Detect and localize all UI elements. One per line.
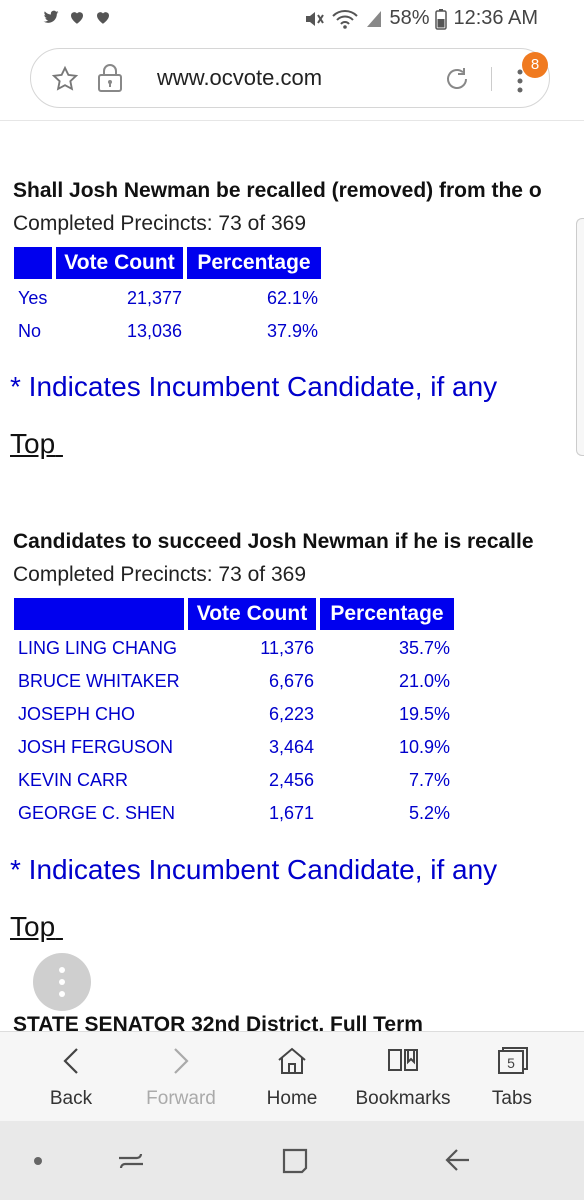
battery-percent: 58% (389, 7, 430, 29)
home-label: Home (266, 1088, 318, 1109)
dot-icon[interactable] (32, 1155, 44, 1167)
tabs-icon: 5 (498, 1047, 528, 1074)
recent-apps-icon[interactable] (116, 1146, 146, 1176)
address-bar[interactable]: www.ocvote.com (30, 48, 550, 108)
forward-icon (174, 1048, 189, 1074)
row-votes: 13,036 (126, 321, 182, 341)
tabs-button[interactable]: 5 Tabs (466, 1032, 558, 1122)
state-senator-title: STATE SENATOR 32nd District, Full Term (13, 1013, 423, 1031)
candidate-name: BRUCE WHITAKER (18, 671, 180, 691)
page-content: Shall Josh Newman be recalled (removed) … (0, 121, 584, 1031)
browser-bottom-nav: Back Forward Home Bookmarks 5 Tabs (0, 1031, 584, 1121)
scroll-handle[interactable] (576, 218, 584, 456)
table-header-percentage: Percentage (320, 598, 454, 630)
back-label: Back (49, 1088, 93, 1109)
forward-label: Forward (146, 1088, 216, 1109)
incumbent-note: * Indicates Incumbent Candidate, if any (10, 854, 498, 885)
candidate-votes: 6,223 (268, 704, 314, 724)
candidate-name: GEORGE C. SHEN (18, 803, 176, 823)
divider (491, 67, 492, 91)
star-icon[interactable] (51, 65, 79, 93)
candidate-percentage: 35.7% (398, 638, 450, 658)
twitter-icon (43, 10, 59, 23)
candidate-name: JOSH FERGUSON (18, 737, 174, 757)
row-percentage: 62.1% (266, 288, 318, 308)
candidate-votes: 2,456 (268, 770, 314, 790)
url-text[interactable]: www.ocvote.com (157, 65, 322, 91)
candidate-percentage: 10.9% (398, 737, 450, 757)
reload-icon[interactable] (443, 65, 471, 93)
system-nav-bar (0, 1121, 584, 1200)
tabs-count: 5 (507, 1055, 515, 1071)
incumbent-note: * Indicates Incumbent Candidate, if any (10, 371, 498, 402)
table-header-percentage: Percentage (187, 247, 321, 279)
candidate-name: JOSEPH CHO (18, 704, 136, 724)
top-link[interactable]: Top (10, 911, 63, 943)
bookmarks-button[interactable]: Bookmarks (348, 1032, 458, 1122)
candidate-votes: 11,376 (260, 638, 314, 658)
candidate-percentage: 7.7% (408, 770, 450, 790)
home-icon (278, 1047, 306, 1074)
wifi-icon (332, 9, 359, 29)
notification-badge[interactable]: 8 (522, 52, 548, 78)
recall-question-title: Shall Josh Newman be recalled (removed) … (13, 179, 542, 202)
status-bar: 58% 12:36 AM (0, 0, 584, 40)
row-name: No (18, 321, 42, 341)
successor-candidates-title: Candidates to succeed Josh Newman if he … (13, 530, 534, 553)
lock-icon (98, 64, 122, 92)
table-header-blank (14, 598, 184, 630)
home-button[interactable]: Home (242, 1032, 342, 1122)
precincts-completed: Completed Precincts: 73 of 369 (13, 212, 306, 235)
candidate-percentage: 5.2% (408, 803, 450, 823)
candidate-name: KEVIN CARR (18, 770, 129, 790)
heart-icon (71, 12, 83, 24)
heart-icon (97, 12, 109, 24)
back-button[interactable]: Back (21, 1032, 121, 1122)
candidate-percentage: 21.0% (398, 671, 450, 691)
candidate-percentage: 19.5% (398, 704, 450, 724)
row-votes: 21,377 (126, 288, 182, 308)
top-link[interactable]: Top (10, 428, 63, 460)
mute-icon (306, 11, 325, 26)
candidate-votes: 6,676 (268, 671, 314, 691)
table-header-vote-count: Vote Count (188, 598, 316, 630)
row-name: Yes (18, 288, 48, 308)
candidate-name: LING LING CHANG (18, 638, 178, 658)
clock: 12:36 AM (453, 7, 538, 29)
floating-menu-button[interactable] (33, 953, 91, 1011)
row-percentage: 37.9% (266, 321, 318, 341)
bookmarks-label: Bookmarks (355, 1088, 451, 1109)
table-header-vote-count: Vote Count (56, 247, 183, 279)
table-header-blank (14, 247, 52, 279)
candidate-votes: 3,464 (268, 737, 314, 757)
system-back-icon[interactable] (443, 1146, 473, 1176)
more-options-icon[interactable] (516, 68, 524, 94)
back-icon (63, 1048, 78, 1074)
signal-icon (367, 10, 382, 27)
precincts-completed: Completed Precincts: 73 of 369 (13, 563, 306, 586)
tabs-label: Tabs (491, 1088, 533, 1109)
candidate-votes: 1,671 (268, 803, 314, 823)
home-square-icon[interactable] (280, 1146, 310, 1176)
battery-icon (435, 8, 448, 30)
forward-button[interactable]: Forward (131, 1032, 231, 1122)
bookmarks-icon (388, 1049, 418, 1071)
